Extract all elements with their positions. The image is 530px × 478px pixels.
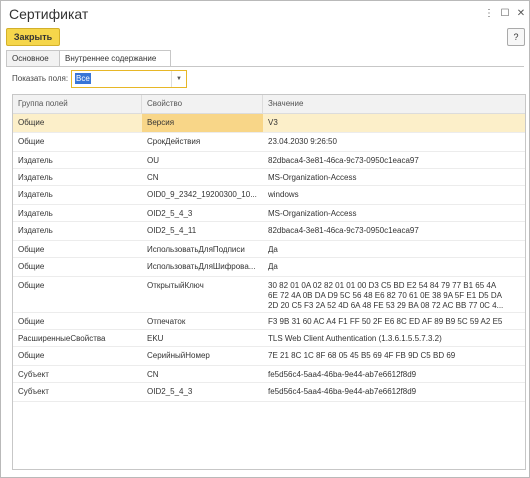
table-row[interactable]: Субъект OID2_5_4_3 fe5d56c4-5aa4-46ba-9e44… (13, 383, 525, 402)
cell-property: ИспользоватьДляШифрова... (147, 262, 256, 271)
cell-property: OID2_5_4_3 (147, 209, 193, 218)
chevron-down-icon[interactable]: ▼ (171, 71, 186, 87)
table-row[interactable]: Субъект CN fe5d56c4-5aa4-46ba-9e44-ab7e661… (13, 366, 525, 383)
certificate-window: Сертификат ⋮ ☐ ✕ Закрыть ? Основное Внут… (0, 0, 530, 478)
close-button[interactable]: Закрыть (6, 28, 60, 46)
fields-filter-value[interactable]: Все (75, 73, 91, 84)
cell-group: Субъект (18, 370, 49, 379)
cell-property: СрокДействия (147, 137, 201, 146)
table-row[interactable]: Издатель OID2_5_4_11 82dbaca4-3e81-46ca-9c… (13, 222, 525, 241)
cell-property: OID2_5_4_3 (147, 387, 193, 396)
table-row[interactable]: Общие ОткрытыйКлюч 30 82 01 0A 02 82 01 01… (13, 277, 525, 313)
cell-group: Издатель (18, 226, 53, 235)
cell-property: ОткрытыйКлюч (147, 281, 204, 290)
cell-property: CN (147, 173, 159, 182)
tab-main[interactable]: Основное (6, 50, 60, 66)
cell-group: Издатель (18, 173, 53, 182)
cell-property: CN (147, 370, 159, 379)
cell-value: V3 (268, 118, 278, 127)
cell-value: TLS Web Client Authentication (1.3.6.1.5… (268, 334, 442, 343)
cell-value: 7E 21 8C 1C 8F 68 05 45 B5 69 4F FB 9D C… (268, 351, 456, 360)
table-row[interactable]: Издатель OID2_5_4_3 MS-Organization-Access (13, 205, 525, 222)
cell-value: F3 9B 31 60 AC A4 F1 FF 50 2F E6 8C ED A… (268, 317, 503, 326)
cell-property: СерийныйНомер (147, 351, 210, 360)
cell-group: Субъект (18, 387, 49, 396)
cell-property: EKU (147, 334, 164, 343)
table-header: Группа полей Свойство Значение (13, 95, 525, 114)
cell-value: windows (268, 190, 299, 199)
cell-group: Издатель (18, 156, 53, 165)
tab-internal-content[interactable]: Внутреннее содержание (59, 50, 171, 67)
table-row[interactable]: Издатель OID0_9_2342_19200300_10... window… (13, 186, 525, 205)
cell-property: OID2_5_4_11 (147, 226, 197, 235)
cell-value: Да (268, 245, 278, 254)
table-row[interactable]: Общие Версия V3 (13, 114, 525, 133)
fields-filter-select[interactable]: Все ▼ (71, 70, 187, 88)
cell-group: Общие (18, 118, 45, 127)
table-row[interactable]: Общие Отпечаток F3 9B 31 60 AC A4 F1 FF 50… (13, 313, 525, 330)
cell-property: ИспользоватьДляПодписи (147, 245, 245, 254)
more-icon[interactable]: ⋮ (483, 8, 495, 20)
cell-value: Да (268, 262, 278, 271)
close-icon[interactable]: ✕ (515, 8, 527, 20)
help-button[interactable]: ? (507, 28, 525, 46)
cell-group: Общие (18, 262, 45, 271)
window-title: Сертификат (9, 6, 89, 22)
column-header-value[interactable]: Значение (263, 95, 525, 113)
maximize-icon[interactable]: ☐ (499, 8, 511, 20)
cell-value: fe5d56c4-5aa4-46ba-9e44-ab7e6612f8d9 (268, 370, 417, 379)
table-row[interactable]: Общие ИспользоватьДляПодписи Да (13, 241, 525, 258)
cell-property: OU (147, 156, 159, 165)
column-header-property[interactable]: Свойство (142, 95, 263, 113)
cell-value: MS-Organization-Access (268, 173, 357, 182)
cell-group: Общие (18, 281, 45, 290)
cell-value: 82dbaca4-3e81-46ca-9c73-0950c1eaca97 (268, 156, 419, 165)
cell-value: MS-Organization-Access (268, 209, 357, 218)
table-row[interactable]: Общие СрокДействия 23.04.2030 9:26:50 (13, 133, 525, 152)
cell-group: Общие (18, 245, 45, 254)
table-row[interactable]: Издатель CN MS-Organization-Access (13, 169, 525, 186)
table-row[interactable]: РасширенныеСвойства EKU TLS Web Client Aut… (13, 330, 525, 347)
column-header-group[interactable]: Группа полей (13, 95, 142, 113)
cell-group: Издатель (18, 209, 53, 218)
table-row[interactable]: Общие СерийныйНомер 7E 21 8C 1C 8F 68 05 4… (13, 347, 525, 366)
cell-group: Общие (18, 351, 45, 360)
cell-value: 23.04.2030 9:26:50 (268, 137, 337, 146)
table-row[interactable]: Издатель OU 82dbaca4-3e81-46ca-9c73-0950c1… (13, 152, 525, 169)
cell-value: fe5d56c4-5aa4-46ba-9e44-ab7e6612f8d9 (268, 387, 417, 396)
tab-divider (6, 66, 524, 67)
cell-group: Общие (18, 137, 45, 146)
cell-group: Издатель (18, 190, 53, 199)
cell-value: 82dbaca4-3e81-46ca-9c73-0950c1eaca97 (268, 226, 419, 235)
title-bar: Сертификат ⋮ ☐ ✕ (1, 1, 529, 27)
fields-filter-label: Показать поля: (12, 74, 69, 83)
certificate-fields-table: Группа полей Свойство Значение Общие Верс… (12, 94, 526, 470)
cell-group: РасширенныеСвойства (18, 334, 106, 343)
cell-property: Версия (142, 114, 263, 132)
cell-value: 30 82 01 0A 02 82 01 01 00 D3 C5 BD E2 5… (268, 281, 504, 310)
cell-group: Общие (18, 317, 45, 326)
table-row[interactable]: Общие ИспользоватьДляШифрова... Да (13, 258, 525, 277)
cell-property: OID0_9_2342_19200300_10... (147, 190, 257, 199)
cell-property: Отпечаток (147, 317, 186, 326)
